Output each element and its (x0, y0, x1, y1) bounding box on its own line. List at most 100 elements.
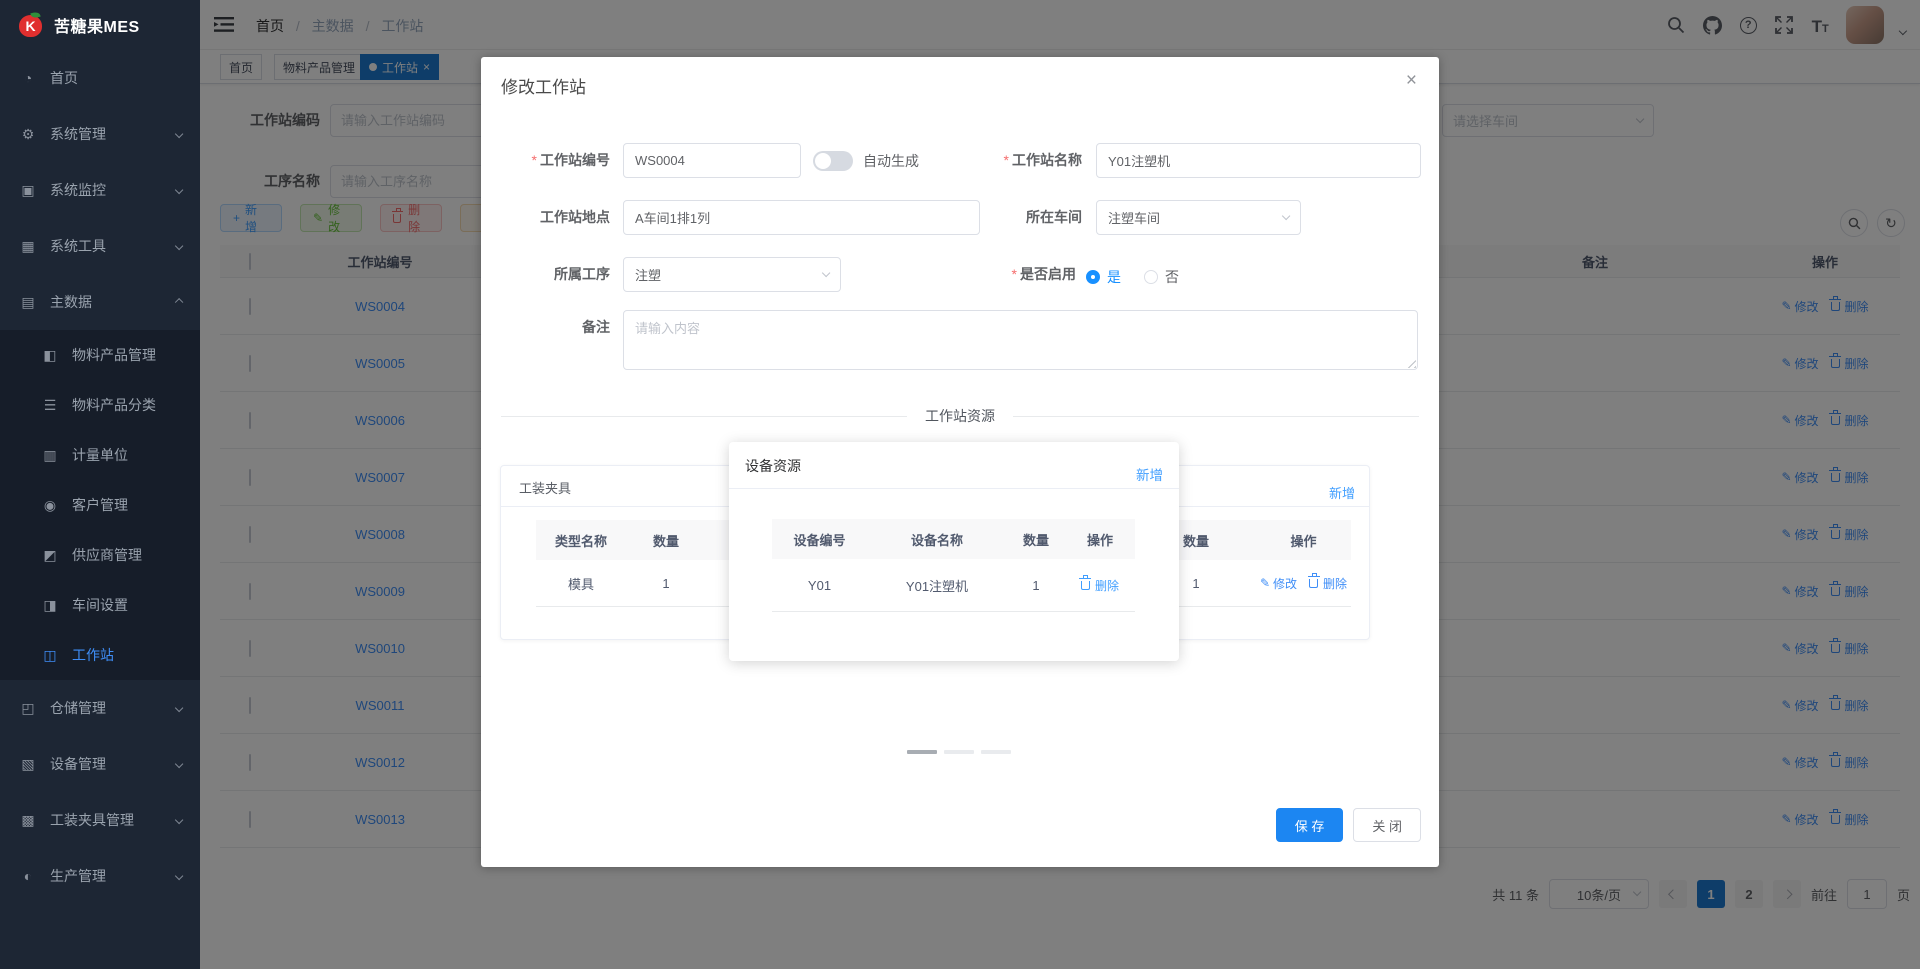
device-table: 设备编号 设备名称 数量 操作 Y01 Y01注塑机 1 删除 (772, 519, 1135, 612)
sidebar-item-customer[interactable]: ◉ 客户管理 (0, 480, 200, 530)
workstation-icon: ◫ (43, 646, 57, 663)
name-input[interactable] (1096, 143, 1421, 178)
toolbox-icon: ▦ (21, 237, 35, 254)
trash-icon (1307, 572, 1320, 588)
process-select[interactable]: 注塑 (623, 257, 841, 292)
edit-workstation-dialog: 修改工作站 × *工作站编号 自动生成 *工作站名称 工作站地点 所在车间 注塑… (481, 57, 1439, 867)
people-icon: ◩ (43, 546, 57, 563)
lock-icon: ▩ (21, 811, 35, 828)
sidebar-item-production[interactable]: ◐ 生产管理 (0, 848, 200, 904)
sidebar-item-system-management[interactable]: ⚙ 系统管理 (0, 106, 200, 162)
sidebar-item-label: 工作站 (72, 647, 114, 663)
device-add-link[interactable]: 新增 (1136, 464, 1163, 484)
sidebar-item-label: 物料产品管理 (72, 347, 156, 363)
sidebar-submenu-master-data: ◧ 物料产品管理 ☰ 物料产品分类 ▥ 计量单位 ◉ 客户管理 ◩ 供应商管理 … (0, 330, 200, 680)
auto-generate-toggle[interactable] (813, 151, 853, 171)
close-button[interactable]: 关 闭 (1353, 808, 1421, 842)
enabled-label: * 是否启用 (1011, 266, 1076, 282)
save-button[interactable]: 保 存 (1275, 808, 1344, 842)
chevron-down-icon (174, 759, 184, 769)
dashboard-icon: ◔ (23, 70, 33, 86)
warehouse-icon: ◰ (21, 699, 35, 716)
remark-label: 备注 (582, 319, 610, 335)
sidebar-item-workshop[interactable]: ◨ 车间设置 (0, 580, 200, 630)
dialog-title: 修改工作站 (501, 78, 586, 97)
workshop-select[interactable]: 注塑车间 (1096, 200, 1301, 235)
code-label: * 工作站编号 (531, 152, 610, 168)
enabled-yes-radio[interactable]: 是 (1086, 267, 1121, 287)
radio-dot (1144, 270, 1158, 284)
sidebar-item-measure-unit[interactable]: ▥ 计量单位 (0, 430, 200, 480)
gear-icon: ⚙ (21, 125, 35, 142)
chevron-down-icon (174, 871, 184, 881)
chevron-down-icon (174, 185, 184, 195)
sidebar-item-label: 仓储管理 (50, 700, 106, 716)
right-card-add-link[interactable]: 新增 (1329, 483, 1355, 502)
device-row: Y01 Y01注塑机 1 删除 (772, 559, 1135, 612)
carousel-dash[interactable] (981, 750, 1011, 754)
carousel-dash-active[interactable] (907, 750, 937, 754)
location-label: 工作站地点 (540, 209, 610, 225)
sidebar: K 苦糖果MES ◔ 首页 ⚙ 系统管理 ▣ 系统监控 ▦ 系统工具 ▤ 主数据… (0, 0, 200, 969)
sidebar-item-home[interactable]: ◔ 首页 (0, 50, 200, 106)
sidebar-item-supplier[interactable]: ◩ 供应商管理 (0, 530, 200, 580)
dialog-close-icon[interactable]: × (1406, 71, 1417, 90)
sidebar-item-label: 客户管理 (72, 497, 128, 513)
sidebar-item-label: 设备管理 (50, 756, 106, 772)
app-logo-icon: K (18, 10, 44, 38)
sidebar-item-system-monitor[interactable]: ▣ 系统监控 (0, 162, 200, 218)
right-row-edit-link[interactable]: ✎ 修改 (1260, 575, 1297, 592)
list-icon: ☰ (43, 396, 57, 413)
book-icon: ◧ (43, 346, 57, 363)
customer-icon: ◉ (43, 496, 57, 513)
auto-generate-label: 自动生成 (863, 153, 919, 169)
section-title: 工作站资源 (907, 406, 1013, 426)
trash-icon (1079, 574, 1092, 590)
sidebar-item-material-category[interactable]: ☰ 物料产品分类 (0, 380, 200, 430)
device-resource-panel: 设备资源 新增 设备编号 设备名称 数量 操作 Y01 Y01注塑机 1 删除 (729, 442, 1179, 661)
sidebar-item-label: 首页 (50, 70, 78, 86)
carousel-dash[interactable] (944, 750, 974, 754)
code-input[interactable] (623, 143, 801, 178)
chevron-down-icon (174, 815, 184, 825)
notebook-icon: ▥ (43, 446, 57, 463)
enabled-no-radio[interactable]: 否 (1144, 267, 1179, 287)
dialog-footer: 保 存 关 闭 (1275, 808, 1421, 842)
right-row-delete-link[interactable]: 删除 (1307, 572, 1347, 592)
chevron-down-icon (174, 703, 184, 713)
fixture-card-title: 工装夹具 (519, 481, 572, 496)
sidebar-item-label: 系统工具 (50, 238, 106, 254)
chevron-down-icon (174, 129, 184, 139)
sidebar-item-label: 主数据 (50, 294, 92, 310)
sidebar-item-label: 工装夹具管理 (50, 812, 134, 828)
sidebar-item-fixture[interactable]: ▩ 工装夹具管理 (0, 792, 200, 848)
sidebar-item-label: 系统管理 (50, 126, 106, 142)
sidebar-item-warehouse[interactable]: ◰ 仓储管理 (0, 680, 200, 736)
name-label: * 工作站名称 (1003, 152, 1082, 168)
sidebar-item-label: 计量单位 (72, 447, 128, 463)
process-label: 所属工序 (554, 266, 610, 282)
sidebar-item-label: 车间设置 (72, 597, 128, 613)
document-icon: ▤ (21, 293, 35, 310)
remark-textarea[interactable] (623, 310, 1418, 370)
device-delete-link[interactable]: 删除 (1065, 574, 1135, 594)
sidebar-item-equipment[interactable]: ▧ 设备管理 (0, 736, 200, 792)
sidebar-item-label: 生产管理 (50, 868, 106, 884)
app-logo[interactable]: K 苦糖果MES (0, 0, 200, 50)
sidebar-item-workstation[interactable]: ◫ 工作站 (0, 630, 200, 680)
location-input[interactable] (623, 200, 980, 235)
toggle-icon: ◐ (23, 868, 33, 884)
panel-carousel-indicators (907, 750, 1011, 754)
sidebar-item-master-data[interactable]: ▤ 主数据 (0, 274, 200, 330)
device-panel-title: 设备资源 (745, 458, 801, 474)
chevron-down-icon (821, 268, 831, 278)
layers-icon: ▧ (21, 755, 35, 772)
chevron-up-icon (174, 297, 184, 307)
sidebar-item-material-product[interactable]: ◧ 物料产品管理 (0, 330, 200, 380)
sidebar-item-system-tools[interactable]: ▦ 系统工具 (0, 218, 200, 274)
app-title: 苦糖果MES (54, 19, 140, 36)
workshop-label: 所在车间 (1026, 209, 1082, 225)
sidebar-item-label: 系统监控 (50, 182, 106, 198)
sidebar-item-label: 物料产品分类 (72, 397, 156, 413)
monitor-icon: ▣ (21, 181, 35, 198)
